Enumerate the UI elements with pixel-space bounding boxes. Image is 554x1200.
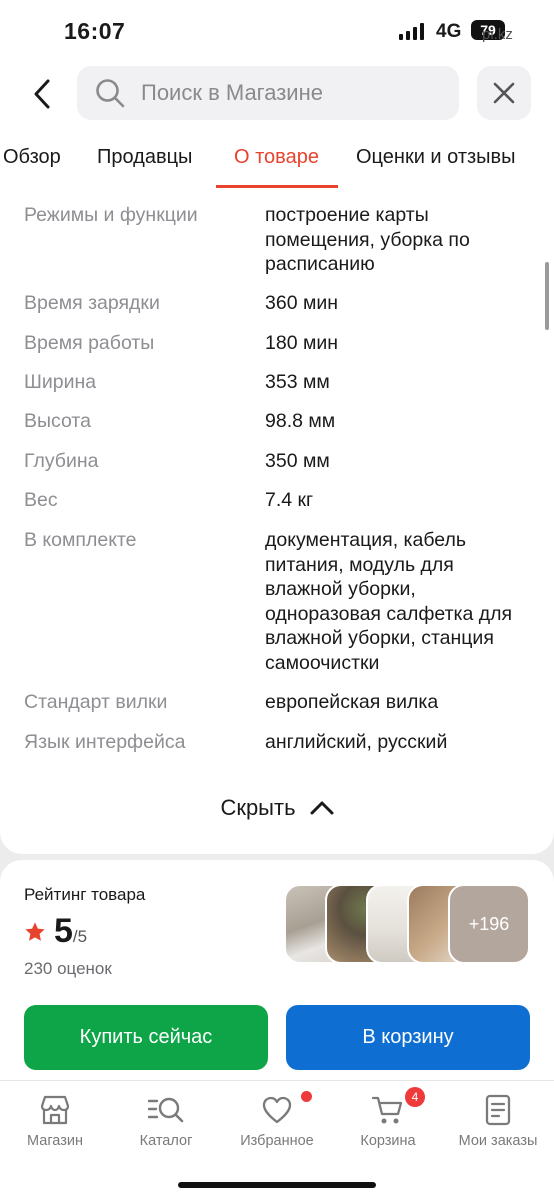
spec-value: 180 мин — [265, 332, 339, 354]
search-input[interactable] — [141, 66, 441, 120]
spec-value: 350 мм — [265, 450, 330, 472]
spec-key: Время работы — [24, 332, 155, 354]
heart-icon — [262, 1096, 292, 1124]
tab-about-product[interactable]: О товаре — [234, 146, 319, 169]
rating-value: 5 — [54, 912, 73, 950]
star-icon — [25, 921, 45, 941]
spec-key: Язык интерфейса — [24, 731, 186, 753]
cart-badge: 4 — [405, 1087, 425, 1107]
tab-overview[interactable]: Обзор — [3, 146, 61, 169]
spec-value: английский, русский — [265, 731, 448, 753]
spec-value: 353 мм — [265, 371, 330, 393]
nav-label: Каталог — [139, 1133, 193, 1149]
spec-key: Вес — [24, 489, 58, 511]
active-tab-indicator — [216, 185, 338, 188]
store-icon — [40, 1095, 70, 1125]
nav-item-cart[interactable]: 4 Корзина — [333, 1087, 443, 1149]
search-header — [0, 62, 554, 126]
tab-reviews[interactable]: Оценки и отзывы — [356, 146, 516, 169]
nav-item-orders[interactable]: Мои заказы — [443, 1093, 553, 1149]
spec-key: Ширина — [24, 371, 97, 393]
nav-item-favorites[interactable]: Избранное — [222, 1091, 332, 1149]
hide-label: Скрыть — [220, 795, 296, 821]
spec-value: 7.4 кг — [265, 489, 314, 511]
orders-icon — [485, 1094, 511, 1126]
spec-value: построение карты помещения, уборка по ра… — [265, 204, 470, 275]
nav-item-catalog[interactable]: Каталог — [111, 1093, 221, 1149]
rating-title: Рейтинг товара — [24, 885, 146, 904]
more-photos-count: +196 — [468, 913, 510, 934]
add-to-cart-button[interactable]: В корзину — [286, 1005, 530, 1070]
spec-value: европейская вилка — [265, 691, 439, 713]
nav-label: Избранное — [240, 1133, 314, 1149]
spec-key: Режимы и функции — [24, 204, 198, 226]
rating-count: 230 оценок — [24, 959, 112, 978]
nav-label: Мои заказы — [458, 1133, 538, 1149]
hide-specs-button[interactable]: Скрыть — [0, 794, 554, 821]
rating-score: 5 /5 — [24, 912, 87, 951]
nav-label: Магазин — [27, 1133, 83, 1149]
status-time: 16:07 — [64, 18, 126, 44]
catalog-search-icon — [147, 1097, 184, 1123]
spec-key: В комплекте — [24, 529, 137, 551]
spec-value: 360 мин — [265, 292, 339, 314]
rating-max: /5 — [72, 927, 88, 946]
spec-value: документация, кабель питания, модуль для… — [265, 529, 513, 674]
spec-key: Время зарядки — [24, 292, 160, 314]
cart-icon — [371, 1096, 403, 1124]
spec-key: Стандарт вилки — [24, 691, 168, 713]
status-bar: 16:07 4G 79 pi.kz — [0, 0, 554, 62]
watermark: pi.kz — [482, 26, 513, 43]
close-icon — [493, 82, 515, 104]
signal-icon — [399, 23, 424, 40]
chevron-up-icon — [310, 801, 334, 815]
tab-bar: Обзор Продавцы О товаре Оценки и отзывы — [0, 126, 554, 190]
spec-key: Глубина — [24, 450, 99, 472]
specs-card: Режимы и функции построение карты помеще… — [0, 190, 554, 854]
home-indicator — [178, 1182, 376, 1188]
tab-sellers[interactable]: Продавцы — [97, 146, 192, 169]
spec-value: 98.8 мм — [265, 410, 336, 432]
scrollbar-thumb[interactable] — [545, 262, 549, 330]
network-label: 4G — [436, 21, 462, 42]
favorites-dot — [301, 1091, 312, 1102]
back-button[interactable] — [22, 74, 62, 114]
search-box[interactable] — [77, 66, 459, 120]
close-button[interactable] — [477, 66, 531, 120]
nav-item-store[interactable]: Магазин — [0, 1093, 110, 1149]
buy-now-button[interactable]: Купить сейчас — [24, 1005, 268, 1070]
spec-key: Высота — [24, 410, 91, 432]
chevron-left-icon — [34, 79, 50, 109]
nav-label: Корзина — [360, 1133, 416, 1149]
more-photos-button[interactable]: +196 — [448, 884, 530, 964]
review-photos[interactable]: +196 — [284, 884, 530, 966]
search-icon — [96, 79, 125, 108]
